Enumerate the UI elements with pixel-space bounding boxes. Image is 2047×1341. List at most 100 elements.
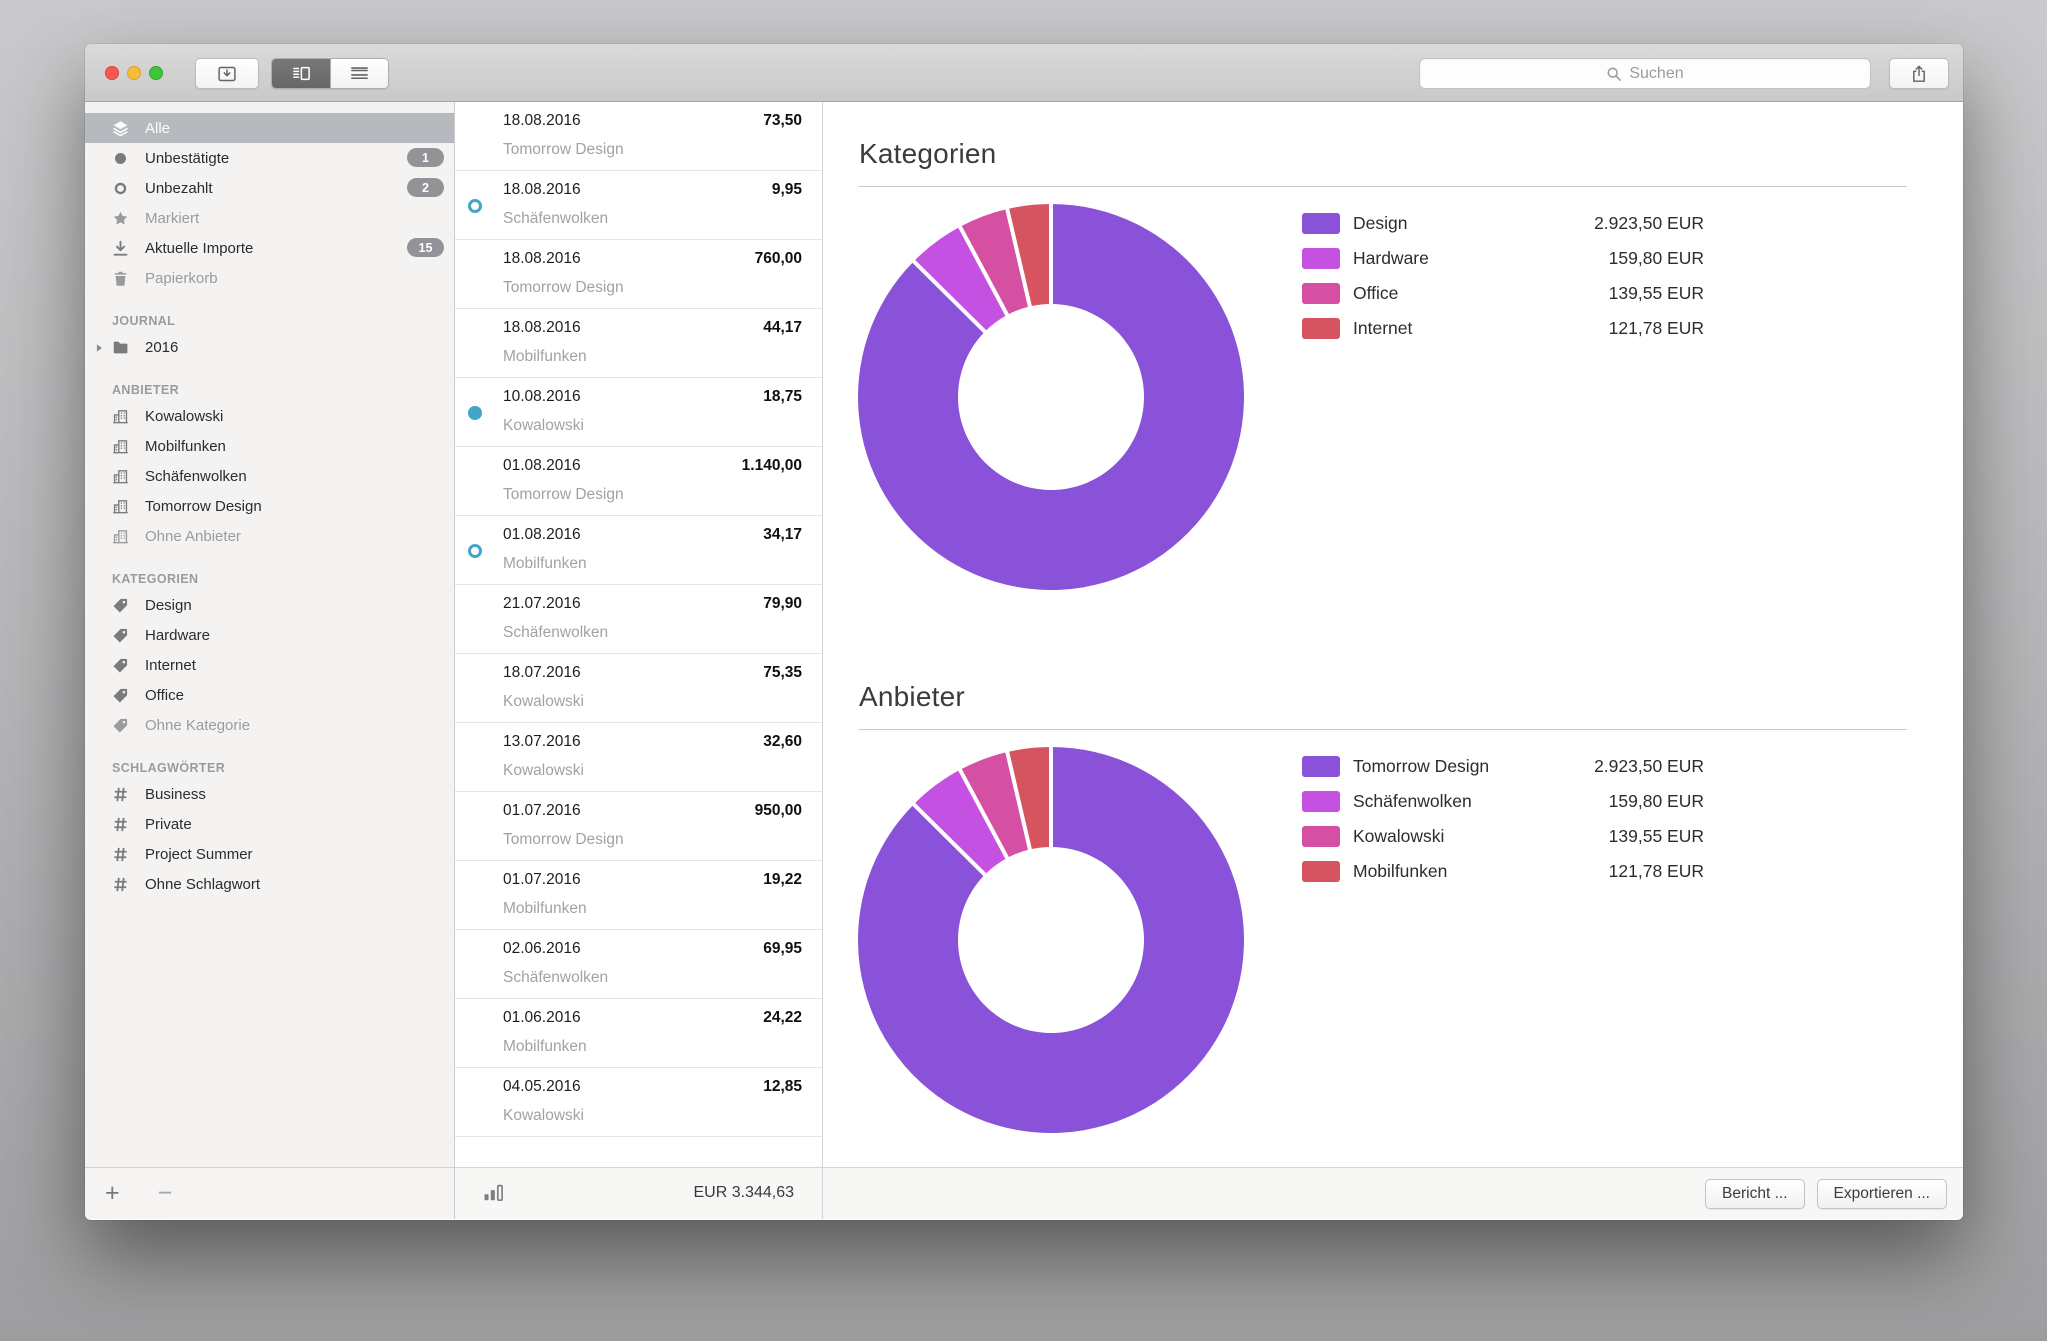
trash-icon — [112, 269, 134, 287]
sidebar-item-label: Office — [145, 687, 184, 704]
sidebar-item-design[interactable]: Design — [85, 590, 454, 620]
legend-row-tomorrow-design: Tomorrow Design2.923,50 EUR — [1302, 749, 1704, 784]
statistics-toggle-button[interactable] — [481, 1183, 507, 1205]
chart-title: Kategorien — [859, 138, 1907, 170]
zoom-window-button[interactable] — [149, 66, 163, 80]
total-amount: EUR 3.344,63 — [693, 1184, 794, 1202]
transaction-date: 01.07.2016 — [503, 871, 581, 889]
sidebar-item-2016[interactable]: 2016 — [85, 332, 454, 362]
sidebar-item-label: Papierkorb — [145, 270, 218, 287]
legend-swatch — [1302, 756, 1340, 777]
unpaid-marker-icon — [468, 199, 482, 213]
building-icon — [112, 407, 134, 425]
transaction-amount: 24,22 — [763, 1009, 802, 1027]
sidebar-item-label: Tomorrow Design — [145, 498, 262, 515]
sidebar-item-label: Ohne Anbieter — [145, 528, 241, 545]
import-button[interactable] — [195, 58, 259, 89]
transaction-row[interactable]: 18.08.20169,95Schäfenwolken — [455, 171, 822, 240]
sidebar-item-label: Private — [145, 816, 192, 833]
transaction-date: 01.07.2016 — [503, 802, 581, 820]
sidebar-item-label: Alle — [145, 120, 170, 137]
transaction-date: 18.08.2016 — [503, 112, 581, 130]
transaction-row[interactable]: 18.07.201675,35Kowalowski — [455, 654, 822, 723]
transaction-row[interactable]: 18.08.201644,17Mobilfunken — [455, 309, 822, 378]
report-button[interactable]: Bericht ... — [1705, 1179, 1804, 1209]
legend-swatch — [1302, 791, 1340, 812]
unconfirmed-marker-icon — [468, 406, 482, 420]
view-table-button[interactable] — [330, 59, 388, 88]
sidebar-item-aktuelle-importe[interactable]: Aktuelle Importe15 — [85, 233, 454, 263]
view-rows-icon — [349, 65, 370, 82]
sidebar-item-business[interactable]: Business — [85, 779, 454, 809]
window-titlebar[interactable]: Suchen — [85, 44, 1963, 102]
unpaid-marker-icon — [468, 544, 482, 558]
transaction-date: 10.08.2016 — [503, 388, 581, 406]
statistics-panel: KategorienDesign2.923,50 EURHardware159,… — [823, 102, 1963, 1219]
transaction-vendor: Tomorrow Design — [503, 141, 624, 159]
sidebar-item-label: Unbezahlt — [145, 180, 213, 197]
view-list-detail-button[interactable] — [272, 59, 330, 88]
search-field[interactable]: Suchen — [1419, 58, 1871, 89]
disclosure-triangle-icon[interactable] — [93, 341, 105, 353]
sidebar-item-ohne-kategorie[interactable]: Ohne Kategorie — [85, 710, 454, 740]
count-badge: 2 — [407, 178, 444, 197]
legend-value: 121,78 EUR — [1609, 861, 1704, 882]
transaction-row[interactable]: 18.08.2016 73,50 Tomorrow Design — [455, 102, 822, 171]
transaction-row[interactable]: 21.07.201679,90Schäfenwolken — [455, 585, 822, 654]
legend-swatch — [1302, 213, 1340, 234]
donut-chart-anbieter — [856, 745, 1246, 1135]
sidebar-item-unbestatigte[interactable]: Unbestätigte1 — [85, 143, 454, 173]
export-button[interactable]: Exportieren ... — [1817, 1179, 1948, 1209]
sidebar-item-ohne-anbieter[interactable]: Ohne Anbieter — [85, 521, 454, 551]
transaction-vendor: Schäfenwolken — [503, 210, 608, 228]
hash-icon — [112, 815, 134, 833]
sidebar-item-markiert[interactable]: Markiert — [85, 203, 454, 233]
transaction-row[interactable]: 01.07.2016950,00Tomorrow Design — [455, 792, 822, 861]
sidebar-item-label: Internet — [145, 657, 196, 674]
legend-label: Design — [1353, 213, 1407, 234]
sidebar-item-kowalowski[interactable]: Kowalowski — [85, 401, 454, 431]
charts-area: KategorienDesign2.923,50 EURHardware159,… — [823, 102, 1963, 1167]
legend-label: Kowalowski — [1353, 826, 1444, 847]
star-icon — [112, 209, 134, 227]
transaction-row[interactable]: 18.08.2016760,00Tomorrow Design — [455, 240, 822, 309]
transaction-row[interactable]: 01.08.201634,17Mobilfunken — [455, 516, 822, 585]
sidebar-item-hardware[interactable]: Hardware — [85, 620, 454, 650]
sidebar-item-office[interactable]: Office — [85, 680, 454, 710]
view-mode-segmented-control — [271, 58, 389, 89]
chart-title: Anbieter — [859, 681, 1907, 713]
sidebar-item-internet[interactable]: Internet — [85, 650, 454, 680]
transaction-row[interactable]: 01.08.20161.140,00Tomorrow Design — [455, 447, 822, 516]
sidebar-item-private[interactable]: Private — [85, 809, 454, 839]
share-button[interactable] — [1889, 58, 1949, 89]
transaction-row[interactable]: 01.07.201619,22Mobilfunken — [455, 861, 822, 930]
count-badge: 15 — [407, 238, 444, 257]
legend-row-mobilfunken: Mobilfunken121,78 EUR — [1302, 854, 1704, 889]
chart-legend-anbieter: Tomorrow Design2.923,50 EURSchäfenwolken… — [1302, 749, 1704, 889]
transaction-row[interactable]: 13.07.201632,60Kowalowski — [455, 723, 822, 792]
sidebar-item-tomorrow-design[interactable]: Tomorrow Design — [85, 491, 454, 521]
add-button[interactable]: + — [105, 1181, 120, 1206]
transaction-amount: 73,50 — [763, 112, 802, 130]
transaction-amount: 79,90 — [763, 595, 802, 613]
sidebar-item-label: Markiert — [145, 210, 199, 227]
transaction-row[interactable]: 10.08.201618,75Kowalowski — [455, 378, 822, 447]
remove-button[interactable]: − — [158, 1181, 173, 1206]
sidebar-section-header-anbieter: ANBIETER — [85, 379, 454, 401]
sidebar-item-unbezahlt[interactable]: Unbezahlt 2 — [85, 173, 454, 203]
sidebar-item-schafenwolken[interactable]: Schäfenwolken — [85, 461, 454, 491]
transaction-list-panel: 18.08.201673,50Tomorrow Design18.08.2016… — [455, 102, 823, 1219]
sidebar-item-ohne-schlagwort[interactable]: Ohne Schlagwort — [85, 869, 454, 899]
minimize-window-button[interactable] — [127, 66, 141, 80]
sidebar-item-project-summer[interactable]: Project Summer — [85, 839, 454, 869]
sidebar-item-alle[interactable]: Alle — [85, 113, 454, 143]
close-window-button[interactable] — [105, 66, 119, 80]
transaction-row[interactable]: 02.06.201669,95Schäfenwolken — [455, 930, 822, 999]
transaction-row[interactable]: 01.06.201624,22Mobilfunken — [455, 999, 822, 1068]
legend-swatch — [1302, 861, 1340, 882]
legend-value: 159,80 EUR — [1609, 248, 1704, 269]
sidebar-item-papierkorb[interactable]: Papierkorb — [85, 263, 454, 293]
transaction-row[interactable]: 04.05.201612,85Kowalowski — [455, 1068, 822, 1137]
legend-row-office: Office139,55 EUR — [1302, 276, 1704, 311]
sidebar-item-mobilfunken[interactable]: Mobilfunken — [85, 431, 454, 461]
